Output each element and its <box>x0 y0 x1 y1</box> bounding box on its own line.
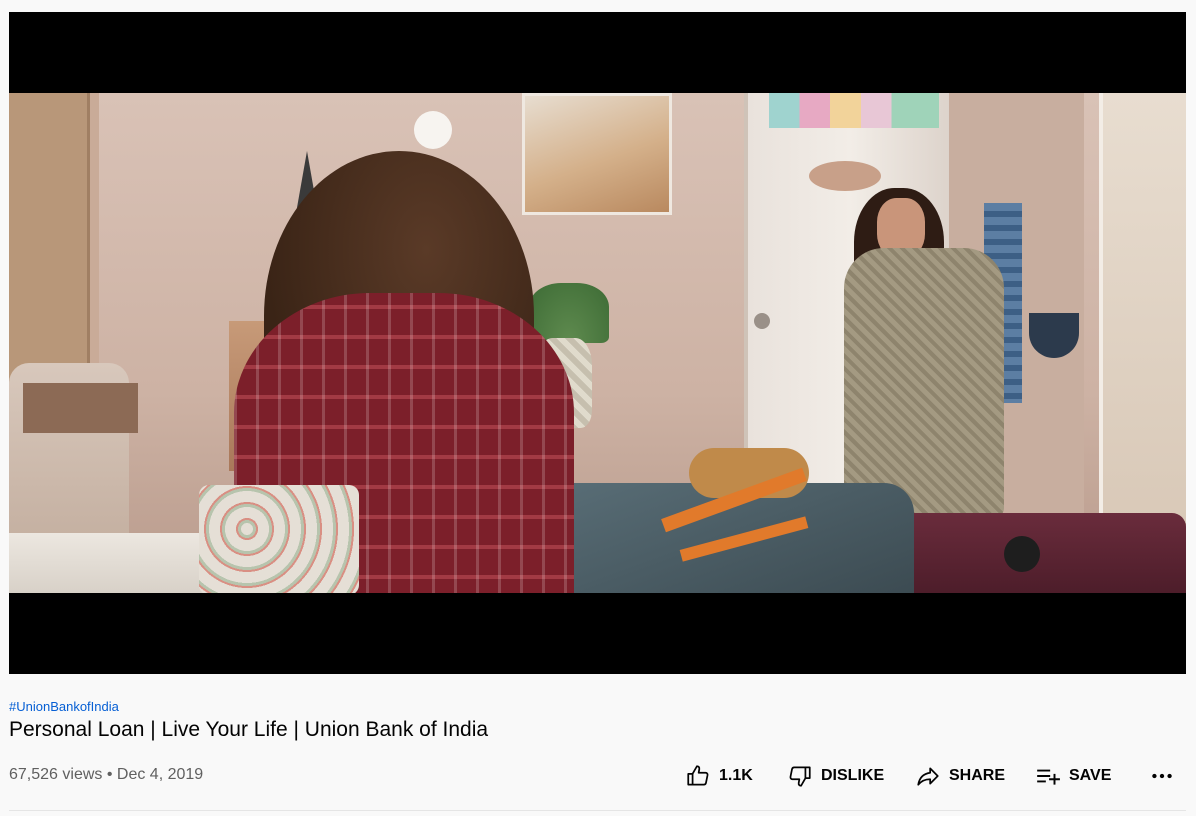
video-frame[interactable] <box>9 93 1186 593</box>
scene-cabinet <box>1099 93 1186 523</box>
thumbs-down-icon <box>789 766 811 787</box>
like-button[interactable]: 1.1K <box>685 758 753 794</box>
divider <box>9 810 1186 811</box>
dislike-button[interactable]: DISLIKE <box>787 758 884 794</box>
scene-lamp <box>414 111 452 149</box>
scene-person-standing <box>844 248 1004 518</box>
scene-tote-bag <box>199 485 359 593</box>
save-label: SAVE <box>1069 767 1112 784</box>
scene-suitcase <box>899 513 1186 593</box>
scene-pinboard <box>9 93 90 393</box>
scene-door-sign <box>809 161 881 191</box>
share-arrow-icon <box>917 767 939 786</box>
more-horizontal-icon <box>1152 773 1172 779</box>
scene-desk <box>23 383 138 433</box>
scene-door-knob <box>754 313 770 329</box>
scene-poster <box>522 93 672 215</box>
video-player[interactable] <box>9 12 1186 674</box>
scene-tassels <box>769 93 939 128</box>
video-title: Personal Loan | Live Your Life | Union B… <box>9 718 489 741</box>
thumbs-up-icon <box>687 765 709 786</box>
dislike-label: DISLIKE <box>821 767 885 784</box>
playlist-add-icon <box>1037 769 1060 785</box>
video-actions: 1.1K DISLIKE SHARE SAVE <box>9 758 1186 794</box>
share-label: SHARE <box>949 767 1006 784</box>
more-actions-button[interactable] <box>1149 758 1175 794</box>
like-count: 1.1K <box>719 767 753 784</box>
share-button[interactable]: SHARE <box>915 758 1005 794</box>
save-button[interactable]: SAVE <box>1035 758 1111 794</box>
hashtag-link[interactable]: #UnionBankofIndia <box>9 699 119 714</box>
scene-suitcase-wheel <box>1004 536 1040 572</box>
